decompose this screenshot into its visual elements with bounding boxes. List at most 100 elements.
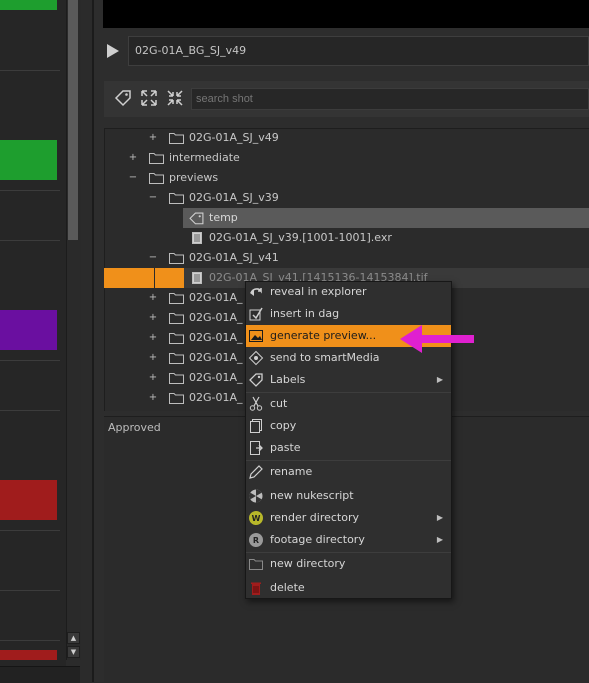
menu-item-label: rename	[270, 465, 313, 478]
tree-item-label[interactable]: 02G-01A_	[189, 348, 243, 368]
status-swatch-red[interactable]	[0, 480, 57, 520]
reveal-arrow-icon	[248, 284, 264, 300]
scissors-icon	[248, 396, 264, 412]
insert-dag-icon	[248, 306, 264, 322]
divider	[0, 410, 60, 411]
left-panel	[0, 0, 66, 682]
pencil-icon	[248, 464, 264, 480]
folder-icon	[169, 132, 184, 144]
tree-item-label[interactable]: 02G-01A_	[189, 388, 243, 408]
trash-icon	[248, 580, 264, 596]
folder-icon	[169, 332, 184, 344]
folder-icon	[169, 392, 184, 404]
approved-status: Approved	[108, 421, 161, 434]
divider	[0, 240, 60, 241]
folder-icon	[149, 172, 164, 184]
menu-item-new-nukescript[interactable]: new nukescript	[246, 485, 451, 507]
selection-marker	[104, 268, 184, 288]
footage-r-icon: R	[248, 532, 264, 548]
scroll-up-icon[interactable]: ▲	[67, 632, 80, 644]
menu-item-label: generate preview...	[270, 329, 377, 342]
submenu-arrow-icon: ▶	[436, 535, 443, 544]
tree-expander[interactable]: +	[148, 368, 158, 388]
svg-text:R: R	[253, 536, 259, 545]
menu-item-insert-in-dag[interactable]: insert in dag	[246, 303, 451, 325]
divider	[0, 190, 60, 191]
tree-expander[interactable]: +	[148, 388, 158, 408]
tree-expander[interactable]: +	[148, 308, 158, 328]
tree-item-label[interactable]: 02G-01A_	[189, 368, 243, 388]
menu-item-paste[interactable]: paste	[246, 437, 451, 459]
tree-item-label[interactable]: 02G-01A_	[189, 288, 243, 308]
tag-icon[interactable]	[113, 88, 133, 108]
menu-item-label: delete	[270, 581, 305, 594]
tree-item-label[interactable]: intermediate	[169, 148, 240, 168]
tree-item-label[interactable]: 02G-01A_SJ_v49	[189, 128, 279, 148]
menu-item-footage-directory[interactable]: Rfootage directory ▶	[246, 529, 451, 551]
tree-expander[interactable]: +	[148, 128, 158, 148]
left-bottom-strip	[0, 666, 80, 683]
menu-item-label: render directory	[270, 511, 359, 524]
tree-expander[interactable]: −	[128, 168, 138, 188]
tree-expander[interactable]: −	[148, 188, 158, 208]
menu-item-label: insert in dag	[270, 307, 340, 320]
tree-expander[interactable]: +	[148, 328, 158, 348]
menu-item-label: copy	[270, 419, 297, 432]
divider	[0, 360, 60, 361]
file-icon	[192, 272, 202, 284]
tree-expander[interactable]: +	[128, 148, 138, 168]
image-icon	[248, 328, 264, 344]
menu-item-new-directory[interactable]: new directory	[246, 553, 451, 575]
divider	[0, 640, 60, 641]
scroll-down-icon[interactable]: ▼	[67, 646, 80, 658]
menu-item-label: reveal in explorer	[270, 285, 367, 298]
tree-item-label[interactable]: 02G-01A_	[189, 328, 243, 348]
tree-expander[interactable]: +	[148, 348, 158, 368]
menu-item-label: new nukescript	[270, 489, 354, 502]
divider	[0, 70, 60, 71]
folder-icon	[248, 556, 264, 572]
scrollbar-thumb[interactable]	[68, 0, 78, 240]
tree-item-label[interactable]: 02G-01A_	[189, 308, 243, 328]
expand-all-icon[interactable]	[139, 88, 159, 108]
folder-icon	[169, 372, 184, 384]
status-swatch-green[interactable]	[0, 140, 57, 180]
collapse-all-icon[interactable]	[165, 88, 185, 108]
tree-item-label[interactable]: 02G-01A_SJ_v39.[1001-1001].exr	[209, 228, 392, 248]
menu-item-copy[interactable]: copy	[246, 415, 451, 437]
nuke-icon	[248, 488, 264, 504]
copy-icon	[248, 418, 264, 434]
file-icon	[192, 232, 202, 244]
divider	[0, 590, 60, 591]
search-input[interactable]	[191, 88, 589, 110]
menu-item-label: cut	[270, 397, 288, 410]
grid-line	[154, 268, 155, 288]
menu-item-delete[interactable]: delete	[246, 577, 451, 599]
tree-item-label[interactable]: temp	[209, 208, 238, 228]
tree-expander[interactable]: −	[148, 248, 158, 268]
folder-icon	[169, 192, 184, 204]
shot-title-field[interactable]: 02G-01A_BG_SJ_v49	[128, 36, 589, 66]
folder-icon	[149, 152, 164, 164]
divider	[0, 530, 60, 531]
menu-item-render-directory[interactable]: Wrender directory ▶	[246, 507, 451, 529]
menu-item-label: Labels	[270, 373, 306, 386]
menu-item-cut[interactable]: cut	[246, 393, 451, 415]
menu-item-label: paste	[270, 441, 301, 454]
menu-item-labels[interactable]: Labels ▶	[246, 369, 451, 391]
submenu-arrow-icon: ▶	[436, 513, 443, 522]
smartmedia-icon	[248, 350, 264, 366]
menu-item-rename[interactable]: rename	[246, 461, 451, 483]
menu-item-reveal-in-explorer[interactable]: reveal in explorer	[246, 281, 451, 303]
status-swatch-green[interactable]	[0, 0, 57, 10]
tree-item-label[interactable]: 02G-01A_SJ_v41	[189, 248, 279, 268]
tree-item-label[interactable]: 02G-01A_SJ_v39	[189, 188, 279, 208]
tree-expander[interactable]: +	[148, 288, 158, 308]
status-swatch-purple[interactable]	[0, 310, 57, 350]
folder-icon	[169, 312, 184, 324]
folder-icon	[169, 352, 184, 364]
play-icon[interactable]	[106, 43, 120, 59]
status-swatch-red[interactable]	[0, 650, 57, 660]
tree-item-label[interactable]: previews	[169, 168, 218, 188]
folder-icon	[169, 292, 184, 304]
